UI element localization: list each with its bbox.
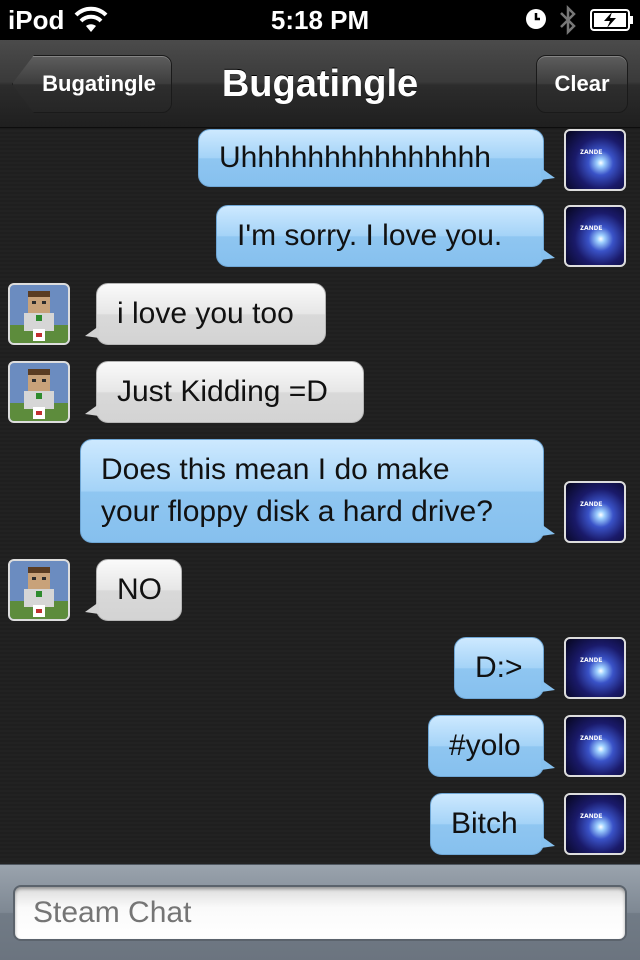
- message-text: Bitch: [451, 807, 518, 840]
- message-bubble: NO: [85, 559, 182, 621]
- message-text: i love you too: [117, 297, 294, 330]
- message-bubble: Uhhhhhhhhhhhhhhh: [198, 129, 555, 187]
- message-bubble: Bitch: [430, 793, 555, 855]
- message-bubble: D:>: [454, 637, 555, 699]
- message-text: #yolo: [449, 729, 521, 762]
- message-input-bar: [0, 864, 640, 960]
- message-text: Just Kidding =D: [117, 375, 328, 408]
- message-text-line1: Does this mean I do make: [101, 453, 450, 486]
- my-avatar[interactable]: ᴢᴀɴᴅᴇ: [564, 793, 626, 855]
- friend-avatar[interactable]: [8, 283, 70, 345]
- status-bar: iPod 5:18 PM: [0, 0, 640, 40]
- bluetooth-icon: [560, 4, 576, 36]
- message-text: D:>: [475, 651, 523, 684]
- message-bubble: Just Kidding =D: [85, 361, 364, 423]
- message-bubble: i love you too: [85, 283, 326, 345]
- alarm-icon: [526, 9, 546, 29]
- back-button[interactable]: Bugatingle: [12, 55, 172, 113]
- nav-bar: Bugatingle Bugatingle Clear: [0, 40, 640, 128]
- chat-input[interactable]: [13, 885, 627, 941]
- message-bubble: Does this mean I do make your floppy dis…: [80, 439, 555, 543]
- my-avatar[interactable]: ᴢᴀɴᴅᴇ: [564, 129, 626, 191]
- message-text-line2: your floppy disk a hard drive?: [101, 495, 493, 528]
- chat-transcript[interactable]: Uhhhhhhhhhhhhhhh ᴢᴀɴᴅᴇ I'm sorry. I love…: [0, 129, 640, 864]
- minecraft-skin-icon: [10, 567, 68, 619]
- my-avatar[interactable]: ᴢᴀɴᴅᴇ: [564, 481, 626, 543]
- message-text: Uhhhhhhhhhhhhhhh: [219, 141, 491, 174]
- friend-avatar[interactable]: [8, 361, 70, 423]
- message-text: NO: [117, 573, 162, 606]
- clear-button[interactable]: Clear: [536, 55, 628, 113]
- friend-avatar[interactable]: [8, 559, 70, 621]
- page-title: Bugatingle: [221, 63, 419, 105]
- battery-charging-icon: [590, 9, 633, 31]
- minecraft-skin-icon: [10, 369, 68, 421]
- message-bubble: I'm sorry. I love you.: [216, 205, 555, 267]
- message-bubble: #yolo: [428, 715, 555, 777]
- message-text: I'm sorry. I love you.: [237, 219, 503, 252]
- my-avatar[interactable]: ᴢᴀɴᴅᴇ: [564, 205, 626, 267]
- my-avatar[interactable]: ᴢᴀɴᴅᴇ: [564, 637, 626, 699]
- my-avatar[interactable]: ᴢᴀɴᴅᴇ: [564, 715, 626, 777]
- minecraft-skin-icon: [10, 291, 68, 343]
